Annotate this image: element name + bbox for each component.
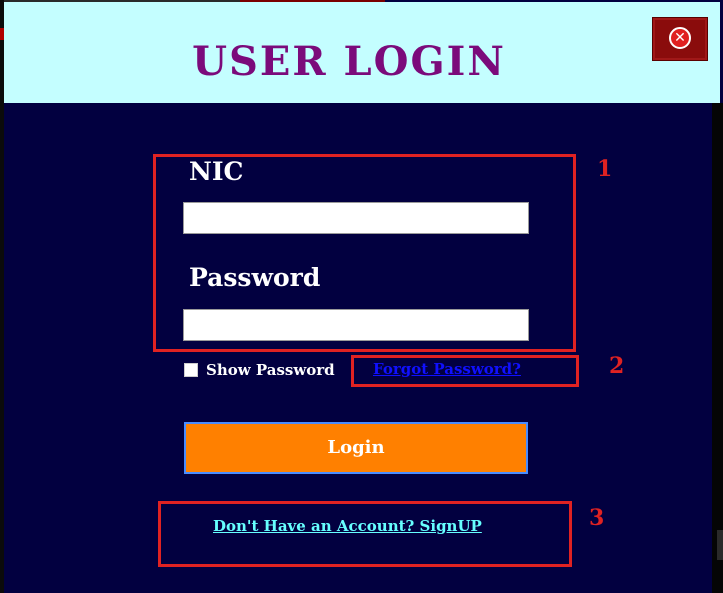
nic-label: NIC: [189, 157, 244, 186]
annotation-marker-2: 2: [609, 353, 625, 379]
window-border: [0, 28, 4, 40]
annotation-marker-1: 1: [597, 156, 613, 182]
show-password-label: Show Password: [206, 361, 335, 379]
password-field[interactable]: [183, 309, 529, 341]
login-button[interactable]: Login: [184, 422, 528, 474]
forgot-password-link[interactable]: Forgot Password?: [373, 360, 521, 378]
password-label: Password: [189, 263, 321, 292]
annotation-marker-3: 3: [589, 505, 605, 531]
close-button[interactable]: ✕: [652, 17, 708, 61]
show-password-toggle[interactable]: Show Password: [184, 361, 335, 379]
window-border: [717, 530, 723, 560]
window-border: [0, 0, 4, 593]
page-title: USER LOGIN: [192, 38, 506, 85]
nic-field[interactable]: [183, 202, 529, 234]
show-password-checkbox[interactable]: [184, 363, 198, 377]
header-bar: USER LOGIN: [4, 2, 720, 103]
window-border: [712, 103, 723, 593]
close-icon: ✕: [669, 27, 691, 49]
signup-link[interactable]: Don't Have an Account? SignUP: [213, 517, 482, 535]
login-window: USER LOGIN ✕ 1 2 3 NIC Password Show Pas…: [0, 0, 723, 593]
